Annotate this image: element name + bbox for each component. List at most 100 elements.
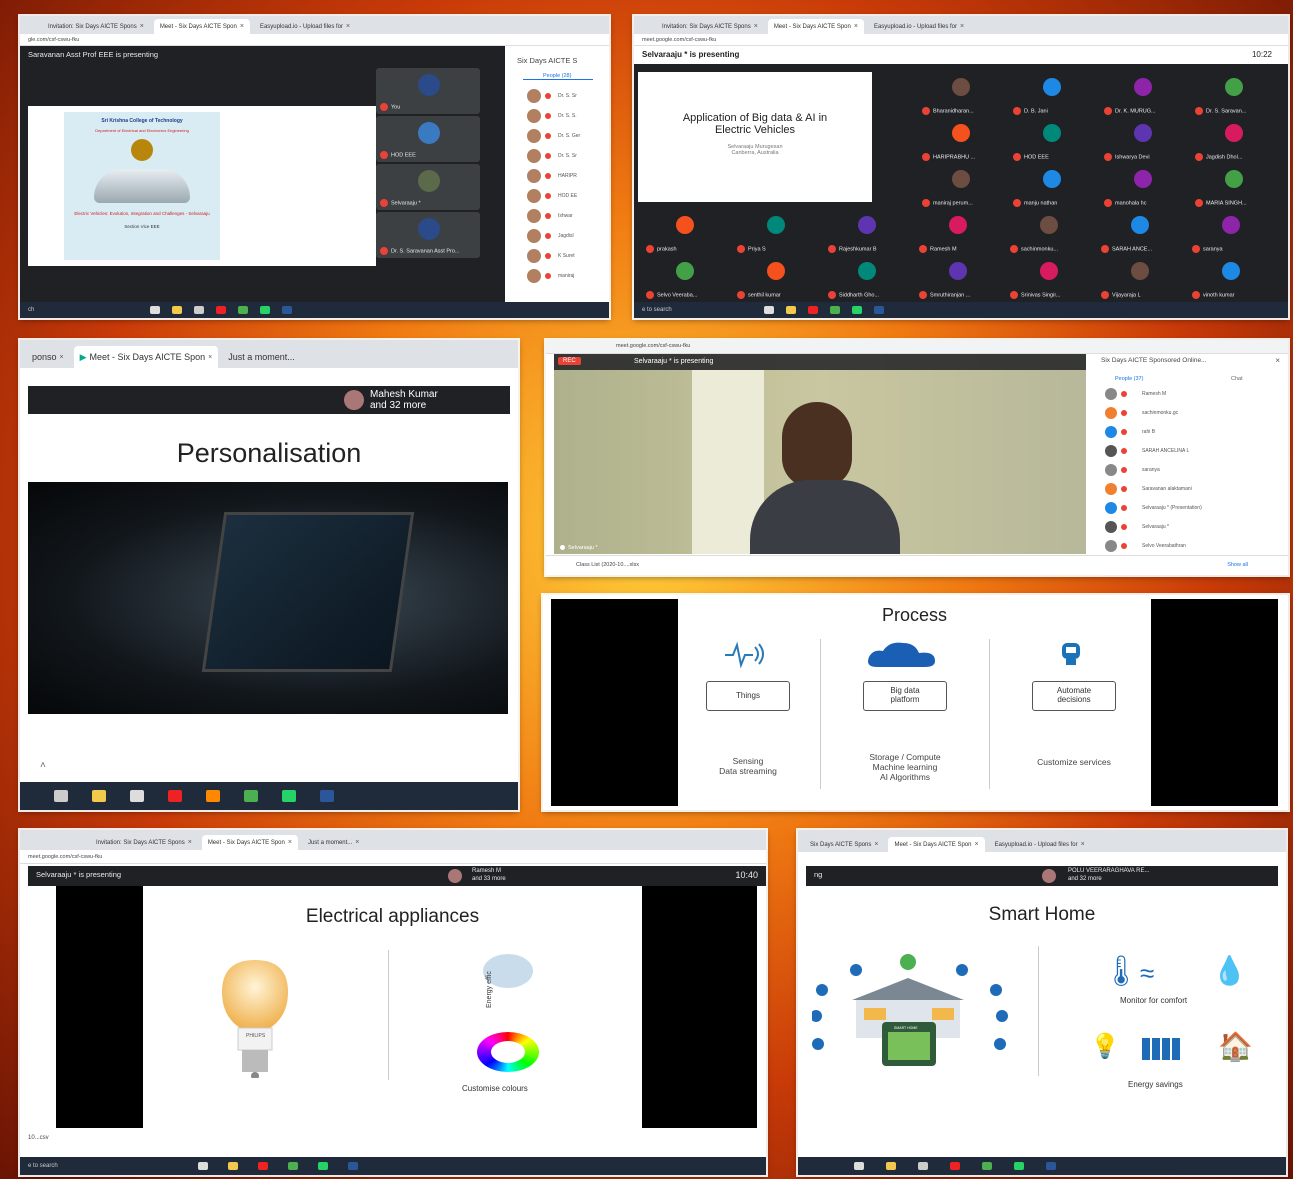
participant-tile[interactable]: saranya bbox=[1188, 212, 1276, 256]
word-icon[interactable] bbox=[320, 790, 334, 802]
pdf-icon[interactable] bbox=[258, 1162, 268, 1170]
people-list-item[interactable]: maniraj bbox=[527, 266, 609, 286]
pdf-icon[interactable] bbox=[216, 306, 226, 314]
people-tab[interactable]: People (37) bbox=[1115, 376, 1143, 382]
browser-tab-active[interactable]: Meet - Six Days AICTE Spon × bbox=[888, 837, 985, 852]
taskbar-search[interactable]: e to search bbox=[28, 1163, 178, 1169]
browser-tab[interactable]: Easyupload.io - Upload files for × bbox=[868, 19, 970, 34]
url-bar[interactable]: gle.com/csf-cswu-fku bbox=[20, 34, 609, 46]
participant-tile[interactable]: SARAH ANCE... bbox=[1097, 212, 1185, 256]
folder-icon[interactable] bbox=[172, 306, 182, 314]
folder-icon[interactable] bbox=[228, 1162, 238, 1170]
word-icon[interactable] bbox=[348, 1162, 358, 1170]
video-tile[interactable]: HOD EEE bbox=[376, 116, 480, 162]
participant-tile[interactable]: Ishwarya Devi bbox=[1100, 120, 1188, 164]
participant-tile[interactable]: Dr. K. MURUG... bbox=[1100, 74, 1188, 118]
collapse-chevron-icon[interactable]: ˄ bbox=[40, 760, 46, 771]
start-icon[interactable] bbox=[854, 1162, 864, 1170]
vlc-icon[interactable] bbox=[206, 790, 220, 802]
participant-tile[interactable]: manju nathan bbox=[1009, 166, 1097, 210]
word-icon[interactable] bbox=[1046, 1162, 1056, 1170]
browser-tab[interactable]: Invitation: Six Days AICTE Spons × bbox=[90, 835, 198, 850]
video-tile[interactable]: Selvaraaju * bbox=[376, 164, 480, 210]
browser-tab-active[interactable]: Meet - Six Days AICTE Spon × bbox=[201, 835, 298, 850]
pdf-icon[interactable] bbox=[808, 306, 818, 314]
participant-tile[interactable]: Priya S bbox=[733, 212, 821, 256]
people-list-item[interactable]: Selvo Veerabathran bbox=[1105, 536, 1202, 555]
browser-tab-active[interactable]: ▶ Meet - Six Days AICTE Spon × bbox=[73, 346, 219, 368]
video-tile[interactable]: Dr. S. Saravanan Asst Pro... bbox=[376, 212, 480, 258]
browser-tab[interactable]: Invitation: Six Days AICTE Spons × bbox=[656, 19, 764, 34]
people-list-item[interactable]: Dr. S. Sr bbox=[527, 146, 609, 166]
browser-tab[interactable]: Easyupload.io - Upload files for × bbox=[989, 837, 1091, 852]
people-list-item[interactable]: HARIPR bbox=[527, 166, 609, 186]
browser-tab[interactable]: Just a moment... bbox=[222, 346, 301, 368]
start-icon[interactable] bbox=[198, 1162, 208, 1170]
people-list-item[interactable]: SARAH ANCELINA L bbox=[1105, 441, 1202, 460]
close-icon[interactable]: × bbox=[1275, 356, 1280, 365]
participant-tile[interactable]: sachinmonku... bbox=[1006, 212, 1094, 256]
start-icon[interactable] bbox=[764, 306, 774, 314]
start-icon[interactable] bbox=[150, 306, 160, 314]
whatsapp-icon[interactable] bbox=[852, 306, 862, 314]
people-list-item[interactable]: HOD EE bbox=[527, 186, 609, 206]
participant-tile[interactable]: manohala hc bbox=[1100, 166, 1188, 210]
people-tab[interactable]: People (28) bbox=[523, 65, 593, 80]
store-icon[interactable] bbox=[918, 1162, 928, 1170]
people-list-item[interactable]: Dr. S. S. bbox=[527, 106, 609, 126]
store-icon[interactable] bbox=[194, 306, 204, 314]
word-icon[interactable] bbox=[282, 306, 292, 314]
browser-tab-active[interactable]: Meet - Six Days AICTE Spon × bbox=[767, 19, 864, 34]
participant-tile[interactable]: HOD EEE bbox=[1009, 120, 1097, 164]
participant-tile[interactable]: Selvo Veeraba... bbox=[642, 258, 730, 302]
browser-tab[interactable]: ponso × bbox=[26, 346, 70, 368]
browser-tab[interactable]: Easyupload.io - Upload files for × bbox=[254, 19, 356, 34]
participant-tile[interactable]: vinoth kumar bbox=[1188, 258, 1276, 302]
participant-tile[interactable]: D. B. Jani bbox=[1009, 74, 1097, 118]
video-tile[interactable]: You bbox=[376, 68, 480, 114]
participant-tile[interactable]: senthil kumar bbox=[733, 258, 821, 302]
taskview-icon[interactable] bbox=[54, 790, 68, 802]
chrome-icon[interactable] bbox=[288, 1162, 298, 1170]
chrome-icon[interactable] bbox=[830, 306, 840, 314]
whatsapp-icon[interactable] bbox=[1014, 1162, 1024, 1170]
participant-tile[interactable]: Jagdish Dhol... bbox=[1191, 120, 1279, 164]
participant-tile[interactable]: maniraj perum... bbox=[918, 166, 1006, 210]
taskbar-search[interactable]: ch bbox=[28, 307, 138, 313]
folder-icon[interactable] bbox=[786, 306, 796, 314]
browser-tab[interactable]: Six Days AICTE Spons × bbox=[804, 837, 884, 852]
participant-tile[interactable]: Vijayaraja L bbox=[1097, 258, 1185, 302]
whatsapp-icon[interactable] bbox=[318, 1162, 328, 1170]
store-icon[interactable] bbox=[130, 790, 144, 802]
browser-tab[interactable]: Invitation: Six Days AICTE Spons × bbox=[42, 19, 150, 34]
participant-tile[interactable]: Rajeshkumar B bbox=[824, 212, 912, 256]
participant-tile[interactable]: Ramesh M bbox=[915, 212, 1003, 256]
participant-tile[interactable]: Srinivas Singir... bbox=[1006, 258, 1094, 302]
browser-tab-active[interactable]: Meet - Six Days AICTE Spon × bbox=[153, 19, 250, 34]
participant-tile[interactable]: Smruthiranjan ... bbox=[915, 258, 1003, 302]
whatsapp-icon[interactable] bbox=[260, 306, 270, 314]
chat-tab[interactable]: Chat bbox=[1231, 376, 1243, 382]
word-icon[interactable] bbox=[874, 306, 884, 314]
people-list-item[interactable]: Dr. S. Sr bbox=[527, 86, 609, 106]
download-item[interactable]: 10...csv bbox=[28, 1135, 49, 1141]
people-list-item[interactable]: Jagdisl bbox=[527, 226, 609, 246]
whatsapp-icon[interactable] bbox=[282, 790, 296, 802]
participant-tile[interactable]: HARIPRABHU ... bbox=[918, 120, 1006, 164]
chrome-icon[interactable] bbox=[982, 1162, 992, 1170]
folder-icon[interactable] bbox=[92, 790, 106, 802]
url-bar[interactable]: meet.google.com/csf-cswu-fku bbox=[20, 850, 766, 864]
pdf-icon[interactable] bbox=[950, 1162, 960, 1170]
participant-tile[interactable]: Dr. S. Saravan... bbox=[1191, 74, 1279, 118]
participant-tile[interactable]: MARIA SINGH... bbox=[1191, 166, 1279, 210]
people-list-item[interactable]: sachinmonku.gc bbox=[1105, 403, 1202, 422]
people-list-item[interactable]: Saravanan alaktamani bbox=[1105, 479, 1202, 498]
mic-icon[interactable] bbox=[560, 545, 565, 551]
people-list-item[interactable]: Ishwar bbox=[527, 206, 609, 226]
chrome-icon[interactable] bbox=[244, 790, 258, 802]
url-bar[interactable]: meet.google.com/csf-cswu-fku bbox=[546, 340, 1288, 354]
chrome-icon[interactable] bbox=[238, 306, 248, 314]
url-bar[interactable]: meet.google.com/csf-cswu-fku bbox=[634, 34, 1288, 46]
download-item[interactable]: Class List (2020-10....xlsx bbox=[576, 562, 639, 568]
people-list-item[interactable]: Dr. S. Ger bbox=[527, 126, 609, 146]
